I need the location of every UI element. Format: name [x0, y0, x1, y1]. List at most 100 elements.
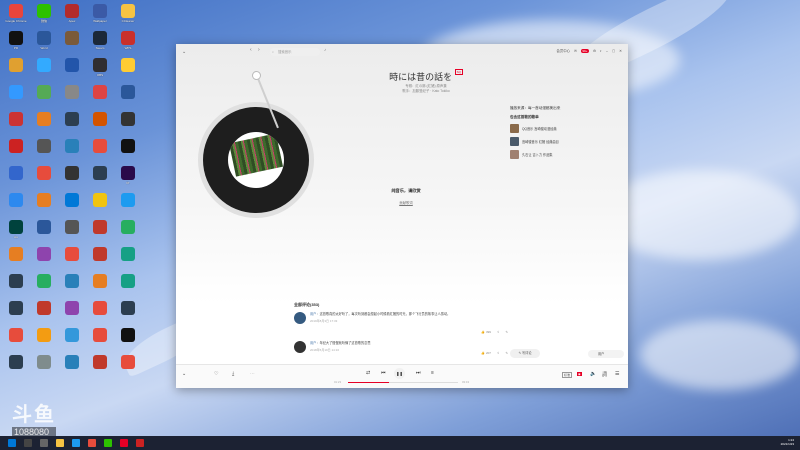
- desktop-shortcut[interactable]: [114, 137, 142, 164]
- desktop-shortcut[interactable]: [58, 164, 86, 191]
- reply-icon[interactable]: ✎: [505, 351, 508, 355]
- comment-user[interactable]: 用户: [310, 312, 316, 316]
- desktop-shortcut[interactable]: [86, 218, 114, 245]
- netease-music-icon[interactable]: [120, 439, 128, 447]
- more-icon[interactable]: ⋯: [250, 371, 255, 377]
- desktop-shortcut[interactable]: [2, 110, 30, 137]
- minimize-icon[interactable]: –: [606, 49, 608, 53]
- desktop-shortcut[interactable]: [30, 110, 58, 137]
- desktop-shortcut[interactable]: [114, 83, 142, 110]
- quality-selector[interactable]: 标准: [562, 372, 573, 378]
- desktop-shortcut[interactable]: [30, 326, 58, 353]
- desktop-shortcut[interactable]: [114, 218, 142, 245]
- share-icon[interactable]: ⇪: [497, 330, 500, 334]
- desktop-shortcut[interactable]: [58, 299, 86, 326]
- back-icon[interactable]: ‹: [250, 47, 252, 53]
- desktop-shortcut[interactable]: [2, 137, 30, 164]
- explorer-icon[interactable]: [56, 439, 64, 447]
- desktop-shortcut[interactable]: Au: [2, 218, 30, 245]
- desktop-shortcut[interactable]: Pr: [114, 164, 142, 191]
- desktop-lyrics-icon[interactable]: 詞: [602, 371, 607, 378]
- desktop-shortcut[interactable]: [2, 83, 30, 110]
- desktop-shortcut[interactable]: [114, 245, 142, 272]
- skin-icon[interactable]: ◐: [600, 49, 602, 53]
- mic-icon[interactable]: ♪: [324, 47, 326, 52]
- taskview-icon[interactable]: [40, 439, 48, 447]
- volume-icon[interactable]: 🔈: [590, 371, 596, 377]
- contribute-lyrics-link[interactable]: 贡献歌词: [366, 200, 446, 205]
- maximize-icon[interactable]: ▢: [612, 49, 615, 53]
- app-icon[interactable]: [104, 439, 112, 447]
- search-input[interactable]: ⌕ 搜索音乐: [270, 48, 320, 56]
- like-button[interactable]: 👍 207: [481, 351, 491, 355]
- desktop-shortcut[interactable]: Word: [30, 29, 58, 56]
- desktop-shortcut[interactable]: [86, 272, 114, 299]
- desktop-shortcut[interactable]: [30, 272, 58, 299]
- desktop-shortcut[interactable]: [30, 83, 58, 110]
- desktop-shortcut[interactable]: [2, 164, 30, 191]
- desktop-shortcut[interactable]: [114, 353, 142, 380]
- download-icon[interactable]: ⤓: [232, 371, 234, 377]
- avatar[interactable]: [294, 312, 306, 324]
- desktop-shortcut[interactable]: [86, 326, 114, 353]
- desktop-shortcut[interactable]: [58, 56, 86, 83]
- desktop-shortcut[interactable]: [86, 110, 114, 137]
- mail-icon[interactable]: ✉: [574, 49, 577, 53]
- desktop-shortcut[interactable]: [58, 29, 86, 56]
- song-artist[interactable]: 歌手：加藤登紀子 · Kato Tokiko: [306, 89, 546, 94]
- desktop-shortcut[interactable]: [30, 299, 58, 326]
- desktop-shortcut[interactable]: [114, 299, 142, 326]
- system-clock[interactable]: 1:24 2021/1/23: [781, 438, 794, 446]
- desktop-shortcut[interactable]: [2, 353, 30, 380]
- desktop-shortcut[interactable]: [30, 191, 58, 218]
- play-source[interactable]: 播放来源：每一首动漫都美出来: [510, 106, 620, 111]
- desktop-shortcut[interactable]: [2, 272, 30, 299]
- desktop-shortcut[interactable]: [114, 110, 142, 137]
- desktop-shortcut[interactable]: [58, 137, 86, 164]
- pause-button[interactable]: ❚❚: [394, 368, 405, 379]
- desktop-shortcut[interactable]: [30, 218, 58, 245]
- next-icon[interactable]: ⏭: [416, 370, 421, 376]
- edge-icon[interactable]: [72, 439, 80, 447]
- desktop-shortcut[interactable]: 微信: [30, 2, 58, 29]
- desktop-shortcut[interactable]: [2, 245, 30, 272]
- desktop-shortcut[interactable]: [30, 164, 58, 191]
- collapse-icon[interactable]: ⌄: [182, 49, 186, 55]
- playlist-icon[interactable]: ☰: [615, 371, 619, 377]
- desktop-shortcut[interactable]: OBS: [86, 56, 114, 83]
- desktop-shortcut[interactable]: [58, 326, 86, 353]
- desktop-shortcut[interactable]: [58, 245, 86, 272]
- close-icon[interactable]: ✕: [619, 49, 622, 53]
- desktop-shortcut[interactable]: [86, 137, 114, 164]
- search-icon[interactable]: [24, 439, 32, 447]
- desktop-shortcut[interactable]: [58, 83, 86, 110]
- user-profile-pill[interactable]: 用户: [588, 350, 624, 358]
- desktop-shortcut[interactable]: [86, 191, 114, 218]
- lyrics-icon[interactable]: ≡: [431, 370, 434, 376]
- playlist-item[interactable]: 宫崎骏音乐 红猪 经典曲目: [510, 137, 620, 146]
- desktop-shortcut[interactable]: [58, 110, 86, 137]
- write-comment-button[interactable]: ✎ 写评论: [510, 349, 540, 358]
- app-icon[interactable]: [88, 439, 96, 447]
- desktop-shortcut[interactable]: WPS: [114, 29, 142, 56]
- desktop-shortcut[interactable]: [58, 191, 86, 218]
- shuffle-icon[interactable]: ⇄: [366, 370, 370, 376]
- desktop-shortcut[interactable]: Steam: [86, 29, 114, 56]
- desktop-shortcut[interactable]: [114, 191, 142, 218]
- desktop-shortcut[interactable]: PR: [2, 29, 30, 56]
- desktop-shortcut[interactable]: [58, 272, 86, 299]
- chevron-down-icon[interactable]: ⌄: [182, 371, 186, 377]
- heart-icon[interactable]: ♡: [214, 371, 218, 377]
- vip-link[interactable]: 会员中心: [556, 48, 570, 53]
- previous-icon[interactable]: ⏮: [381, 370, 386, 376]
- playlist-item[interactable]: 久石让 吉卜力 作品集: [510, 150, 620, 159]
- app-icon[interactable]: [136, 439, 144, 447]
- avatar[interactable]: [294, 341, 306, 353]
- forward-icon[interactable]: ›: [258, 47, 260, 53]
- desktop-shortcut[interactable]: Apex: [58, 2, 86, 29]
- desktop-shortcut[interactable]: CCleaner: [114, 2, 142, 29]
- desktop-shortcut[interactable]: [2, 299, 30, 326]
- desktop-shortcut[interactable]: [86, 353, 114, 380]
- desktop-shortcut[interactable]: [86, 83, 114, 110]
- desktop-shortcut[interactable]: [114, 326, 142, 353]
